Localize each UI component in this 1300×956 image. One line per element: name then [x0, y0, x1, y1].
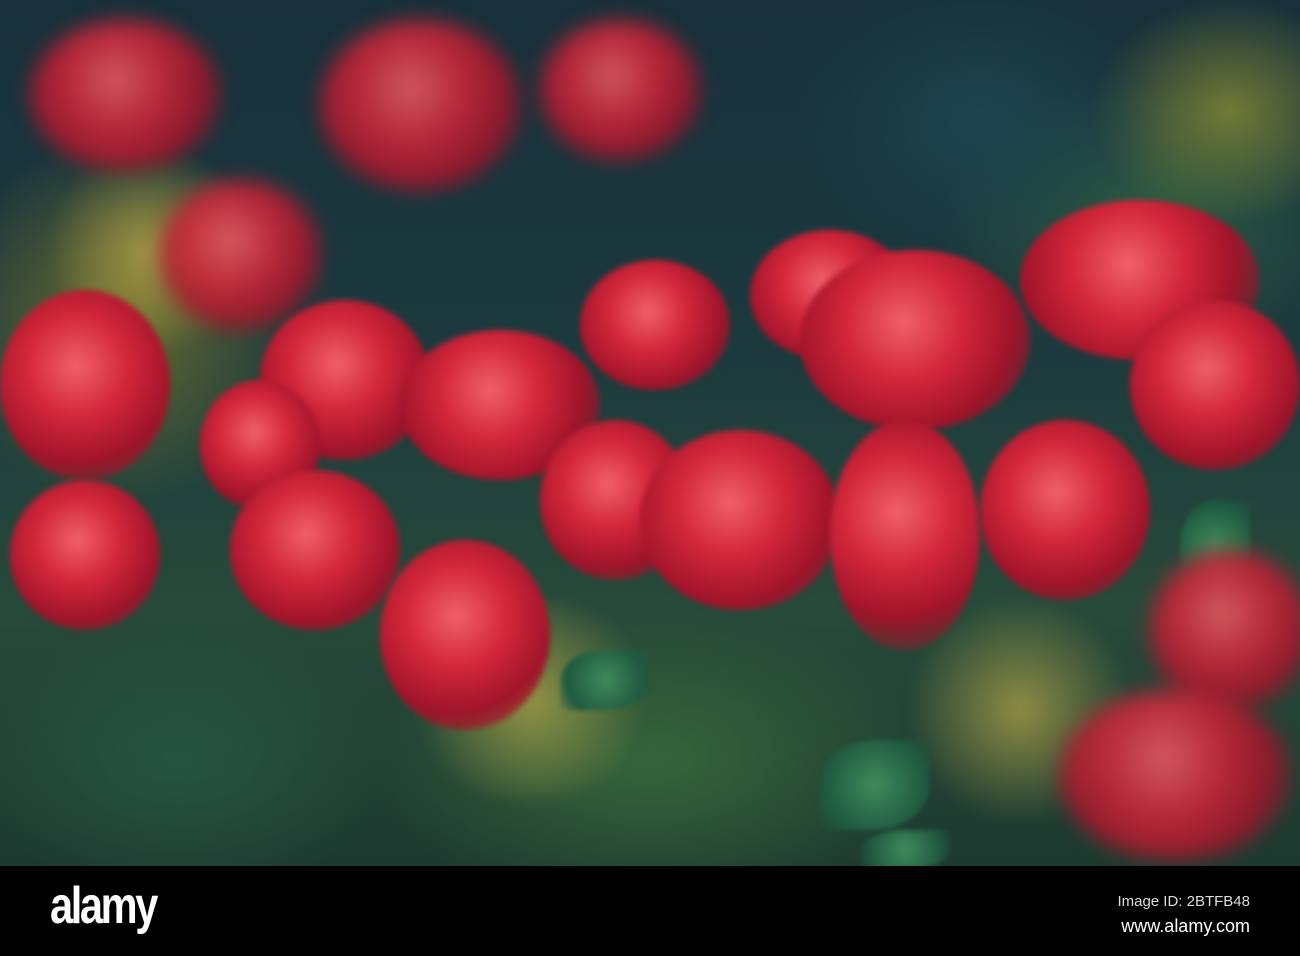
leaf	[560, 650, 650, 710]
stock-photo-page: alamy Image ID: 2BTFB48 www.alamy.com	[0, 0, 1300, 956]
rose	[800, 250, 1030, 430]
rose	[0, 290, 170, 480]
rose	[540, 20, 700, 160]
rose	[10, 480, 160, 630]
rose-bush-photo	[0, 0, 1300, 866]
rose	[1130, 300, 1300, 470]
rose	[160, 180, 320, 330]
rose	[980, 420, 1150, 600]
leaf	[820, 740, 930, 830]
rose	[580, 260, 730, 390]
rose	[230, 470, 400, 630]
rose	[830, 420, 980, 650]
rose	[30, 20, 220, 170]
rose	[1060, 690, 1290, 860]
rose	[380, 540, 550, 730]
alamy-logo: alamy	[50, 877, 158, 935]
watermark-bar: alamy Image ID: 2BTFB48 www.alamy.com	[0, 866, 1300, 956]
leaf	[860, 830, 950, 866]
image-id: Image ID: 2BTFB48	[1117, 893, 1250, 910]
rose	[1150, 550, 1300, 710]
rose	[640, 430, 840, 610]
rose	[320, 20, 520, 190]
site-url: www.alamy.com	[1121, 916, 1250, 936]
